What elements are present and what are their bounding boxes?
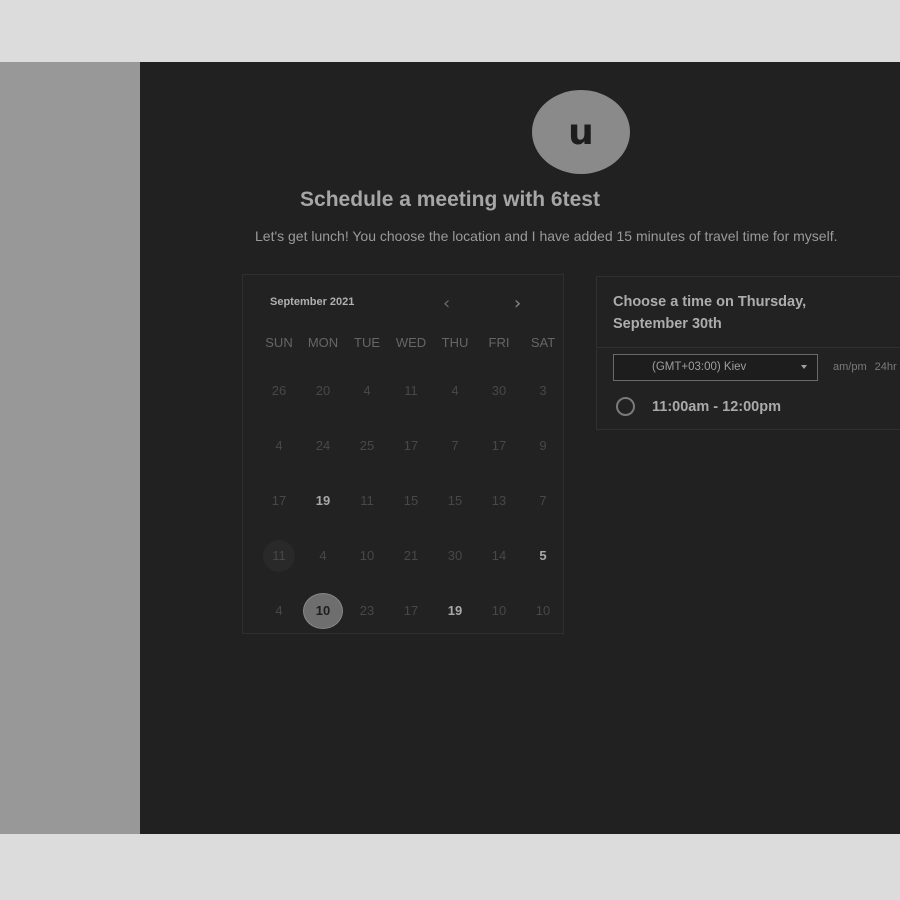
weekday-label: MON — [307, 335, 339, 350]
calendar-day: 13 — [491, 493, 507, 508]
page-title: Schedule a meeting with 6test — [300, 188, 600, 211]
calendar: September 2021 ‹ › SUN MON TUE WED THU F… — [242, 274, 564, 634]
calendar-day: 4 — [451, 383, 459, 398]
chevron-right-icon[interactable]: › — [514, 293, 521, 314]
weekday-label: WED — [395, 335, 427, 350]
weekday-label: FRI — [488, 335, 510, 350]
time-format-toggle: am/pm 24hr — [833, 361, 900, 373]
calendar-day: 4 — [275, 603, 283, 618]
calendar-day: 26 — [271, 383, 287, 398]
calendar-days-grid: 26 20 4 11 4 30 3 4 24 25 17 7 17 9 17 1… — [257, 363, 565, 638]
calendar-day: 23 — [359, 603, 375, 618]
calendar-day: 3 — [539, 383, 547, 398]
time-slot[interactable]: 11:00am - 12:00pm — [616, 397, 781, 416]
calendar-day: 4 — [319, 548, 327, 563]
calendar-day: 7 — [539, 493, 547, 508]
app-frame: u Schedule a meeting with 6test Let's ge… — [0, 62, 900, 834]
calendar-day: 7 — [451, 438, 459, 453]
timezone-value: (GMT+03:00) Kiev — [652, 361, 747, 373]
calendar-day: 10 — [359, 548, 375, 563]
timezone-select[interactable]: (GMT+03:00) Kiev — [613, 354, 818, 381]
calendar-day: 17 — [403, 603, 419, 618]
meeting-description: Let's get lunch! You choose the location… — [255, 228, 838, 244]
calendar-day: 24 — [315, 438, 331, 453]
format-24hr-option[interactable]: 24hr — [875, 361, 897, 373]
calendar-day: 17 — [403, 438, 419, 453]
calendar-day: 25 — [359, 438, 375, 453]
weekday-label: THU — [441, 335, 469, 350]
weekday-label: SAT — [530, 335, 556, 350]
calendar-day-available[interactable]: 5 — [521, 528, 565, 583]
time-panel-heading: Choose a time on Thursday, September 30t… — [613, 291, 853, 335]
time-panel-heading-line1: Choose a time on Thursday, — [613, 294, 807, 310]
calendar-day: 9 — [539, 438, 547, 453]
avatar-initial: u — [568, 111, 594, 153]
calendar-day: 20 — [315, 383, 331, 398]
weekday-label: TUE — [354, 335, 380, 350]
calendar-day: 10 — [535, 603, 551, 618]
calendar-day-selected[interactable]: 10 — [301, 583, 345, 638]
calendar-day-available[interactable]: 19 — [301, 473, 345, 528]
calendar-day: 4 — [363, 383, 371, 398]
calendar-day: 11 — [360, 493, 374, 508]
divider — [597, 347, 900, 348]
format-ampm-option[interactable]: am/pm — [833, 361, 867, 373]
calendar-day: 17 — [491, 438, 507, 453]
calendar-day: 30 — [447, 548, 463, 563]
scheduling-page: u Schedule a meeting with 6test Let's ge… — [140, 62, 900, 834]
calendar-day: 21 — [403, 548, 419, 563]
avatar: u — [532, 90, 630, 174]
left-sidebar — [0, 62, 140, 834]
weekday-header: SUN MON TUE WED THU FRI SAT — [257, 335, 565, 350]
calendar-day: 4 — [275, 438, 283, 453]
calendar-day: 10 — [491, 603, 507, 618]
calendar-day: 17 — [271, 493, 287, 508]
time-slot-label: 11:00am - 12:00pm — [652, 398, 781, 415]
calendar-month-label: September 2021 — [270, 296, 355, 308]
calendar-day: 14 — [491, 548, 507, 563]
calendar-day-today: 11 — [257, 528, 301, 583]
calendar-day: 15 — [403, 493, 419, 508]
calendar-day: 11 — [404, 383, 418, 398]
chevron-left-icon[interactable]: ‹ — [443, 293, 450, 314]
radio-icon[interactable] — [616, 397, 635, 416]
time-panel-heading-line2: September 30th — [613, 316, 722, 332]
caret-down-icon — [801, 365, 807, 369]
calendar-day-available[interactable]: 19 — [433, 583, 477, 638]
weekday-label: SUN — [265, 335, 293, 350]
calendar-day: 30 — [491, 383, 507, 398]
time-selection-panel: Choose a time on Thursday, September 30t… — [596, 276, 900, 430]
calendar-day: 15 — [447, 493, 463, 508]
